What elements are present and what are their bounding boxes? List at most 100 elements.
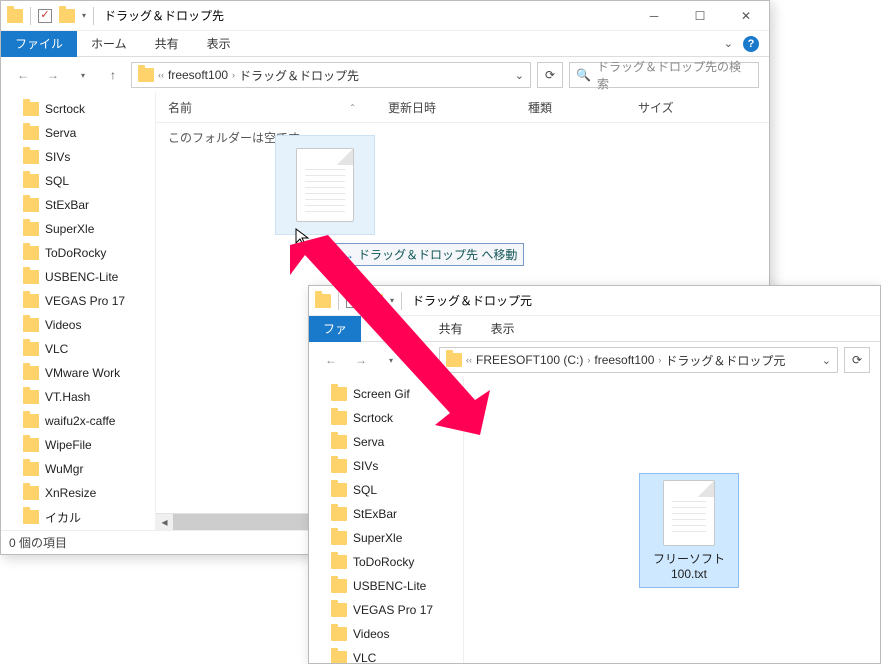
breadcrumb: FREESOFT100 (C:) ›: [476, 353, 590, 367]
tab-file[interactable]: ファ: [309, 316, 361, 342]
nav-back-button[interactable]: ←: [319, 348, 343, 372]
tree-item[interactable]: Serva: [309, 430, 463, 454]
tree-item[interactable]: VEGAS Pro 17: [309, 598, 463, 622]
breadcrumb-label[interactable]: freesoft100: [594, 353, 654, 367]
folder-icon: [23, 414, 39, 428]
tree-item-label: VLC: [45, 342, 68, 356]
file-item[interactable]: フリーソフト100.txt: [639, 473, 739, 588]
app-icon: [7, 9, 23, 23]
column-name[interactable]: 名前⌃: [156, 99, 376, 116]
tree-item[interactable]: VMware Work: [1, 361, 155, 385]
tree-item[interactable]: Screen Gif: [309, 382, 463, 406]
folder-tree[interactable]: Screen Gif Scrtock Serva SIVs SQL StExBa…: [309, 378, 464, 663]
search-placeholder: ドラッグ＆ドロップ先の検索: [597, 58, 752, 92]
address-dropdown-icon[interactable]: ⌄: [515, 69, 524, 82]
tree-item[interactable]: SQL: [1, 169, 155, 193]
tree-item[interactable]: Scrtock: [1, 97, 155, 121]
qat-customize-icon[interactable]: ▾: [82, 11, 86, 20]
tree-item[interactable]: ToDoRocky: [1, 241, 155, 265]
chevron-right-icon[interactable]: ›: [587, 355, 590, 365]
tab-share[interactable]: 共有: [141, 31, 193, 57]
scroll-left-icon[interactable]: ◂: [156, 514, 173, 531]
breadcrumb-label[interactable]: ドラッグ＆ドロップ元: [665, 352, 785, 369]
column-size[interactable]: サイズ: [626, 99, 769, 116]
tree-item[interactable]: SQL: [309, 478, 463, 502]
tree-item[interactable]: StExBar: [309, 502, 463, 526]
tree-item-label: VT.Hash: [45, 390, 90, 404]
breadcrumb-label[interactable]: ドラッグ＆ドロップ先: [239, 67, 359, 84]
tree-item[interactable]: イカル: [1, 505, 155, 529]
nav-forward-button[interactable]: →: [349, 348, 373, 372]
tab-view[interactable]: 表示: [477, 316, 529, 342]
nav-recent-button[interactable]: ▾: [71, 63, 95, 87]
folder-icon: [331, 411, 347, 425]
qat-properties-icon[interactable]: ✓: [346, 294, 360, 308]
nav-recent-button[interactable]: ▾: [379, 348, 403, 372]
column-date[interactable]: 更新日時: [376, 99, 516, 116]
address-bar[interactable]: ‹‹ freesoft100 › ドラッグ＆ドロップ先 ⌄: [131, 62, 531, 88]
tree-item[interactable]: XnResize: [1, 481, 155, 505]
ribbon-expand-icon[interactable]: ⌄: [724, 37, 733, 50]
tree-item[interactable]: VLC: [1, 337, 155, 361]
tree-item-label: SuperXle: [45, 222, 94, 236]
help-icon[interactable]: ?: [743, 36, 759, 52]
tree-item[interactable]: waifu2x-caffe: [1, 409, 155, 433]
tab-home[interactable]: ホーム: [77, 31, 141, 57]
tree-item[interactable]: SIVs: [309, 454, 463, 478]
tree-item[interactable]: SuperXle: [1, 217, 155, 241]
tab-file[interactable]: ファイル: [1, 31, 77, 57]
tab-share[interactable]: 共有: [425, 316, 477, 342]
tree-item[interactable]: VLC: [309, 646, 463, 663]
tree-item[interactable]: VEGAS Pro 17: [1, 289, 155, 313]
tree-item[interactable]: SIVs: [1, 145, 155, 169]
folder-tree[interactable]: Scrtock Serva SIVs SQL StExBar SuperXle …: [1, 93, 156, 530]
tree-item[interactable]: Serva: [1, 121, 155, 145]
tree-item[interactable]: ToDoRocky: [309, 550, 463, 574]
tree-item[interactable]: Videos: [309, 622, 463, 646]
tree-item[interactable]: Scrtock: [309, 406, 463, 430]
nav-back-button[interactable]: ←: [11, 63, 35, 87]
tree-item[interactable]: WuMgr: [1, 457, 155, 481]
column-type[interactable]: 種類: [516, 99, 626, 116]
tree-item[interactable]: Videos: [1, 313, 155, 337]
tree-item[interactable]: USBENC-Lite: [1, 265, 155, 289]
tree-item[interactable]: VT.Hash: [1, 385, 155, 409]
drag-tooltip: → ドラッグ＆ドロップ先 へ移動: [335, 243, 524, 266]
chevron-right-icon[interactable]: ‹‹: [466, 355, 472, 365]
qat-newfolder-icon[interactable]: [367, 294, 383, 308]
breadcrumb-label[interactable]: FREESOFT100 (C:): [476, 353, 583, 367]
chevron-right-icon[interactable]: ›: [232, 70, 235, 80]
minimize-button[interactable]: ─: [631, 1, 677, 31]
address-dropdown-icon[interactable]: ⌄: [822, 354, 831, 367]
maximize-button[interactable]: ☐: [677, 1, 723, 31]
tree-item-label: Serva: [45, 126, 76, 140]
breadcrumb-label[interactable]: freesoft100: [168, 68, 228, 82]
search-input[interactable]: 🔍 ドラッグ＆ドロップ先の検索: [569, 62, 759, 88]
qat-newfolder-icon[interactable]: [59, 9, 75, 23]
tree-item[interactable]: WipeFile: [1, 433, 155, 457]
chevron-right-icon[interactable]: ‹‹: [158, 70, 164, 80]
column-headers[interactable]: 名前⌃ 更新日時 種類 サイズ: [156, 93, 769, 123]
nav-up-button[interactable]: ↑: [409, 348, 433, 372]
tab-view[interactable]: 表示: [193, 31, 245, 57]
address-bar[interactable]: ‹‹ FREESOFT100 (C:) › freesoft100 › ドラッグ＆ド…: [439, 347, 838, 373]
tree-item[interactable]: StExBar: [1, 193, 155, 217]
chevron-right-icon[interactable]: ›: [658, 355, 661, 365]
tree-item[interactable]: USBENC-Lite: [309, 574, 463, 598]
nav-forward-button[interactable]: →: [41, 63, 65, 87]
nav-up-button[interactable]: ↑: [101, 63, 125, 87]
tree-item-label: SIVs: [353, 459, 378, 473]
tree-item[interactable]: SuperXle: [309, 526, 463, 550]
tree-item-label: SQL: [45, 174, 69, 188]
refresh-button[interactable]: ⟳: [537, 62, 563, 88]
tab-home[interactable]: ホーム: [361, 316, 425, 342]
window-source: ✓ ▾ ドラッグ＆ドロップ元 ファ ホーム 共有 表示 ← → ▾ ↑ ‹‹ F…: [308, 285, 881, 664]
content-pane[interactable]: フリーソフト100.txt: [464, 378, 880, 663]
close-button[interactable]: ✕: [723, 1, 769, 31]
qat-customize-icon[interactable]: ▾: [390, 296, 394, 305]
refresh-button[interactable]: ⟳: [844, 347, 870, 373]
titlebar[interactable]: ✓ ▾ ドラッグ＆ドロップ先 ─ ☐ ✕: [1, 1, 769, 31]
folder-icon: [23, 222, 39, 236]
titlebar[interactable]: ✓ ▾ ドラッグ＆ドロップ元: [309, 286, 880, 316]
qat-properties-icon[interactable]: ✓: [38, 9, 52, 23]
